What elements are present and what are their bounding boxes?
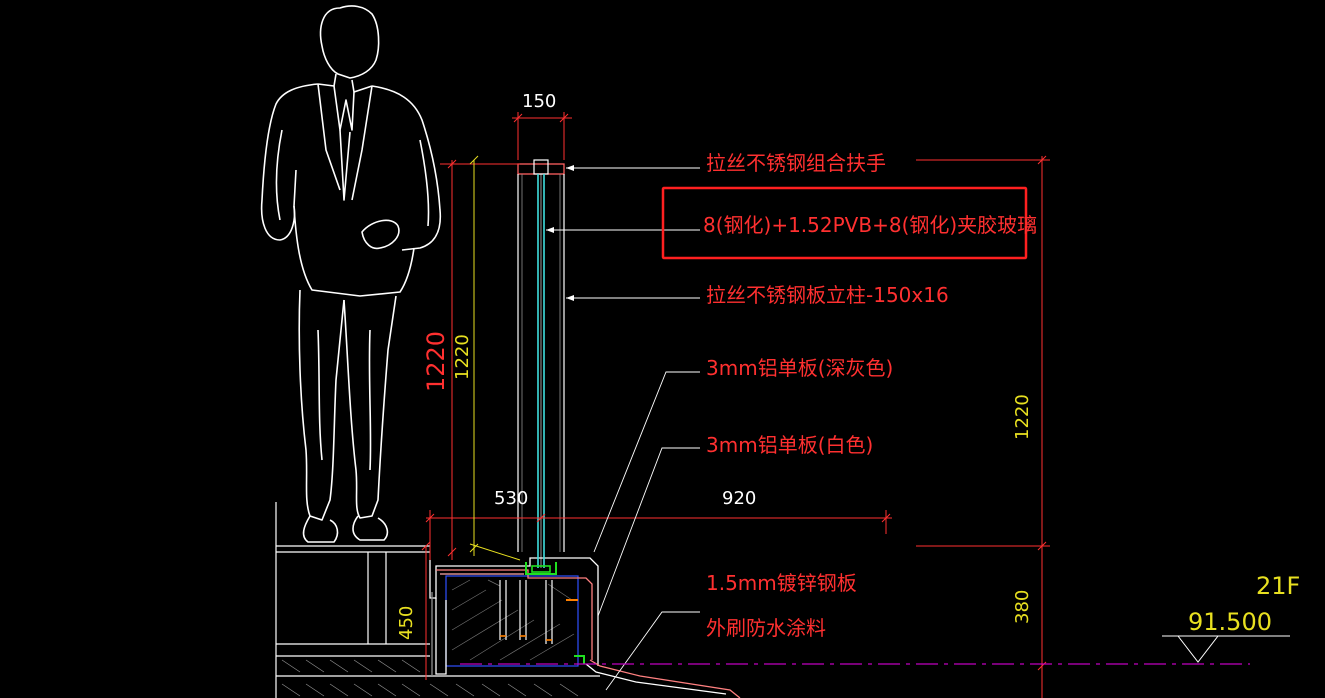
leader-lines	[546, 167, 700, 691]
glass-annotation: 8(钢化)+1.52PVB+8(钢化)夹胶玻璃	[703, 213, 1037, 237]
aluminum-panels	[429, 557, 741, 698]
dim-span-left: 530	[494, 488, 528, 509]
cad-drawing: 拉丝不锈钢组合扶手 8(钢化)+1.52PVB+8(钢化)夹胶玻璃 拉丝不锈钢板…	[260, 5, 1300, 698]
handrail-annotation: 拉丝不锈钢组合扶手	[706, 151, 886, 175]
curb-block	[445, 575, 579, 667]
galv-annotation-line2: 外刷防水涂料	[706, 616, 826, 640]
dim-height-right: 1220	[1012, 394, 1033, 440]
dimension-lines-red	[421, 112, 1050, 698]
dim-top-width: 150	[522, 91, 556, 112]
galv-annotation-line1: 1.5mm镀锌钢板	[706, 571, 857, 595]
dim-span-right: 920	[722, 488, 756, 509]
panel-white-annotation: 3mm铝单板(白色)	[706, 433, 873, 457]
post-annotation: 拉丝不锈钢板立柱-150x16	[706, 283, 949, 307]
floor-level-label: 21F	[1256, 572, 1300, 600]
panel-dark-annotation: 3mm铝单板(深灰色)	[706, 356, 893, 380]
handrail-assembly	[517, 159, 585, 664]
dim-height-left-red: 1220	[422, 331, 450, 392]
dim-curb-height: 450	[396, 606, 417, 640]
dim-height-left-yellow: 1220	[452, 334, 473, 380]
person-silhouette	[260, 5, 442, 543]
dim-base-height: 380	[1012, 590, 1033, 624]
elevation-value: 91.500	[1188, 608, 1272, 636]
